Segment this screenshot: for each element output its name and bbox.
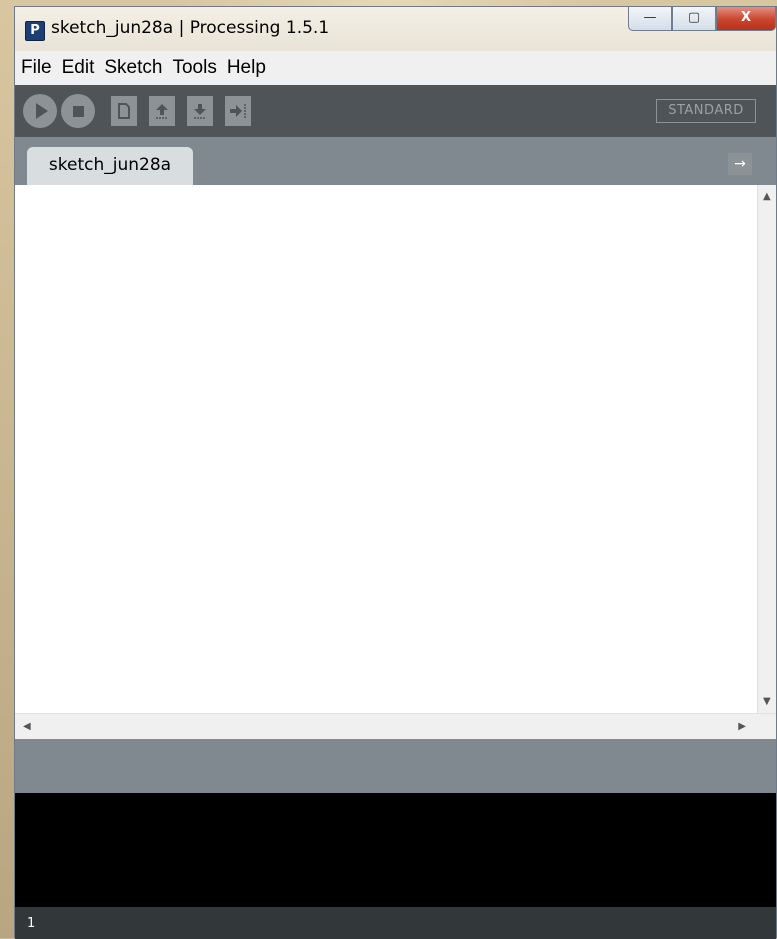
menu-tools[interactable]: Tools	[166, 57, 220, 79]
export-button[interactable]	[225, 96, 251, 126]
vertical-scrollbar[interactable]: ▲ ▼	[757, 185, 776, 713]
line-status-bar: 1	[15, 907, 776, 939]
window-controls: — ▢ X	[628, 7, 776, 33]
menu-edit[interactable]: Edit	[56, 57, 99, 79]
save-icon	[194, 104, 206, 119]
mode-selector[interactable]: STANDARD	[656, 99, 756, 123]
message-area	[15, 739, 776, 793]
open-button[interactable]	[149, 96, 175, 126]
console-output[interactable]	[15, 793, 776, 907]
save-button[interactable]	[187, 96, 213, 126]
stop-button[interactable]	[61, 94, 95, 128]
scroll-right-icon[interactable]: ▶	[738, 721, 746, 732]
run-button[interactable]	[23, 94, 57, 128]
stop-icon	[72, 105, 84, 117]
tab-sketch[interactable]: sketch_jun28a	[27, 147, 193, 185]
menu-file[interactable]: File	[15, 57, 56, 79]
open-icon	[156, 104, 168, 119]
horizontal-scrollbar[interactable]: ◀ ▶	[15, 713, 776, 740]
menu-help[interactable]: Help	[221, 57, 270, 79]
processing-app-icon: P	[25, 21, 45, 41]
scroll-down-icon[interactable]: ▼	[763, 696, 771, 707]
window-title: sketch_jun28a | Processing 1.5.1	[51, 18, 330, 38]
minimize-button[interactable]: —	[628, 7, 672, 31]
tab-bar: sketch_jun28a →	[15, 137, 776, 185]
tab-menu-arrow-icon[interactable]: →	[728, 153, 752, 175]
scroll-up-icon[interactable]: ▲	[763, 191, 771, 202]
processing-window: P sketch_jun28a | Processing 1.5.1 — ▢ X…	[14, 6, 777, 939]
close-button[interactable]: X	[716, 7, 776, 31]
new-icon	[118, 103, 130, 119]
toolbar: STANDARD	[15, 85, 776, 137]
menu-sketch[interactable]: Sketch	[98, 57, 166, 79]
maximize-button[interactable]: ▢	[672, 7, 716, 31]
run-icon	[36, 103, 48, 119]
scroll-left-icon[interactable]: ◀	[23, 721, 31, 732]
code-editor[interactable]	[15, 185, 776, 713]
title-bar[interactable]: P sketch_jun28a | Processing 1.5.1 — ▢ X	[15, 7, 776, 51]
menu-bar: File Edit Sketch Tools Help	[15, 51, 776, 86]
new-button[interactable]	[111, 96, 137, 126]
export-icon	[230, 104, 246, 118]
line-number: 1	[27, 916, 36, 931]
